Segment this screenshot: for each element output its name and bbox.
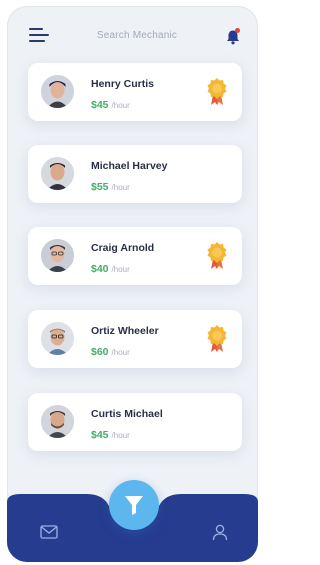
price-row: $45/hour [91,95,130,113]
avatar [41,239,74,272]
avatar [41,157,74,190]
phone-screen: Search Mechanic Henry Curtis $45/hour Mi… [7,6,258,562]
award-badge-icon [206,241,228,271]
mechanic-name: Henry Curtis [91,78,155,90]
price-unit: /hour [111,348,130,357]
price-row: $40/hour [91,259,130,277]
filter-icon [124,494,144,516]
price-unit: /hour [111,183,130,192]
avatar [41,405,74,438]
hourly-price: $55 [91,181,109,193]
top-bar: Search Mechanic [7,6,258,64]
hamburger-menu-icon[interactable] [29,26,49,46]
mechanic-card[interactable]: Ortiz Wheeler $60/hour [28,310,242,368]
mechanic-card[interactable]: Craig Arnold $40/hour [28,227,242,285]
hourly-price: $40 [91,263,109,275]
price-unit: /hour [111,265,130,274]
hourly-price: $45 [91,99,109,111]
price-unit: /hour [111,101,130,110]
avatar [41,322,74,355]
hourly-price: $60 [91,346,109,358]
price-row: $45/hour [91,425,130,443]
award-badge-icon [206,324,228,354]
mechanic-name: Curtis Michael [91,408,163,420]
notification-dot [235,28,240,33]
hourly-price: $45 [91,429,109,441]
filter-button[interactable] [109,480,159,530]
mechanic-name: Michael Harvey [91,160,168,172]
mechanic-card[interactable]: Michael Harvey $55/hour [28,145,242,203]
price-row: $60/hour [91,342,130,360]
price-unit: /hour [111,431,130,440]
mechanic-name: Craig Arnold [91,242,155,254]
mechanic-card[interactable]: Henry Curtis $45/hour [28,63,242,121]
bell-icon[interactable] [224,28,242,46]
page-title[interactable]: Search Mechanic [62,30,212,41]
mechanic-name: Ortiz Wheeler [91,325,159,337]
avatar [41,75,74,108]
mechanic-card[interactable]: Curtis Michael $45/hour [28,393,242,451]
award-badge-icon [206,77,228,107]
mail-icon[interactable] [40,525,58,539]
price-row: $55/hour [91,177,130,195]
user-icon[interactable] [212,524,228,541]
